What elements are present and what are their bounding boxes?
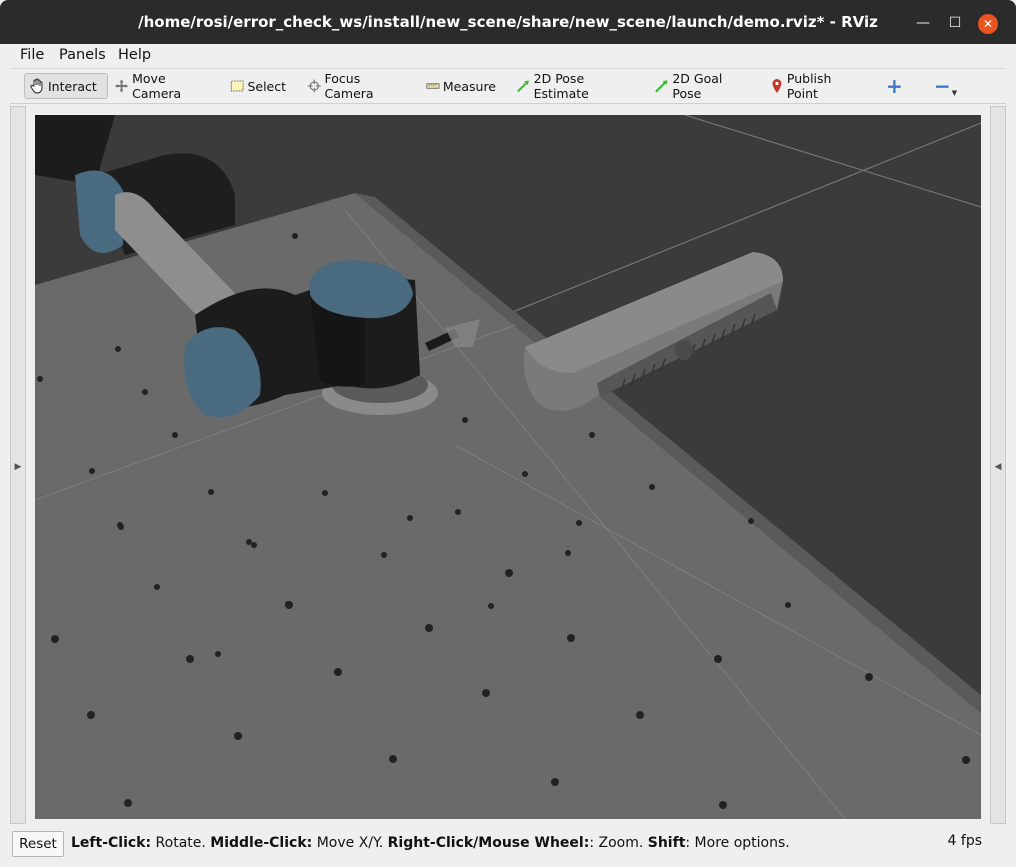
map-pin-icon [772,79,782,93]
hint-left-click-key: Left-Click: [71,835,152,851]
right-panel-collapse-handle[interactable]: ◀ [990,106,1006,824]
hint-right-click-desc: : Zoom. [589,835,648,851]
hand-icon [30,78,43,94]
menu-file[interactable]: File [20,47,44,63]
move-arrows-icon [114,79,129,93]
chevron-left-icon: ◀ [994,462,1002,472]
green-arrow-icon [655,80,668,93]
ruler-icon [426,83,440,89]
publish-point-label: Publish Point [786,71,832,101]
rviz-window: /home/rosi/error_check_ws/install/new_sc… [0,0,1016,867]
hint-right-click-key: Right-Click/Mouse Wheel: [387,835,590,851]
crosshair-icon [307,79,321,93]
depth-camera-model [524,252,783,411]
minimize-button[interactable]: — [914,14,932,32]
toolbar: Interact Move Camera Select Focus Camera… [10,69,1006,104]
status-bar: Reset Left-Click: Rotate. Middle-Click: … [10,829,1006,859]
title-bar[interactable]: /home/rosi/error_check_ws/install/new_sc… [0,0,1016,44]
maximize-button[interactable]: ☐ [946,14,964,32]
plus-icon: + [886,74,903,98]
chevron-right-icon: ▶ [14,462,22,472]
hint-shift-key: Shift [647,835,686,851]
select-label: Select [247,78,286,94]
menu-help[interactable]: Help [118,47,151,63]
focus-camera-label: Focus Camera [324,71,374,101]
interact-tool-button[interactable]: Interact [24,73,108,99]
pose-estimate-label: 2D Pose Estimate [533,71,589,101]
3d-render-viewport[interactable] [35,115,981,819]
reset-button[interactable]: Reset [12,831,64,857]
mouse-hint-text: Left-Click: Rotate. Middle-Click: Move X… [71,835,790,851]
move-camera-tool-button[interactable]: Move Camera [110,71,218,101]
scene-svg [35,115,981,819]
menu-bar: File Panels Help [10,44,1006,69]
green-arrow-icon [517,80,529,93]
menu-panels[interactable]: Panels [59,47,106,63]
hint-middle-click-key: Middle-Click: [210,835,313,851]
publish-point-tool-button[interactable]: Publish Point [766,71,870,101]
measure-tool-button[interactable]: Measure [422,73,500,99]
add-tool-button[interactable]: + [882,73,904,99]
hint-middle-click-desc: Move X/Y. [312,835,388,851]
select-tool-button[interactable]: Select [226,73,290,99]
window-title: /home/rosi/error_check_ws/install/new_sc… [138,13,878,31]
move-camera-label: Move Camera [132,71,182,101]
minus-icon: − [934,74,951,98]
goal-pose-tool-button[interactable]: 2D Goal Pose [650,71,756,101]
interact-label: Interact [48,78,97,94]
measure-label: Measure [442,78,496,94]
fps-counter: 4 fps [947,833,982,849]
goal-pose-label: 2D Goal Pose [672,71,723,101]
hint-left-click-desc: Rotate. [151,835,211,851]
left-panel-collapse-handle[interactable]: ▶ [10,106,26,824]
dropdown-arrow-icon: ▼ [951,89,958,97]
pose-estimate-tool-button[interactable]: 2D Pose Estimate [512,71,638,101]
select-box-icon [230,80,244,92]
close-button[interactable]: ✕ [978,14,998,34]
hint-shift-desc: : More options. [685,835,790,851]
remove-tool-button[interactable]: − ▼ [930,73,958,99]
focus-camera-tool-button[interactable]: Focus Camera [303,71,409,101]
